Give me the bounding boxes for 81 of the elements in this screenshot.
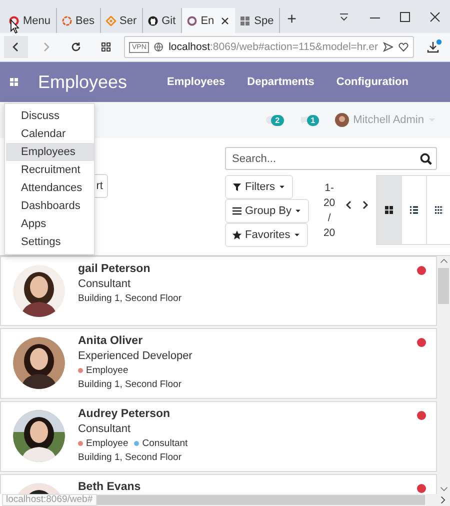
work-location: Building 1, Second Floor xyxy=(78,293,183,304)
new-tab-button[interactable]: + xyxy=(280,9,304,31)
job-title: Consultant xyxy=(78,423,132,435)
employee-tag: Employee xyxy=(78,365,128,376)
diamond-icon xyxy=(106,16,116,26)
close-icon[interactable] xyxy=(220,16,230,26)
ring-icon xyxy=(9,16,19,26)
employee-card[interactable]: Audrey Peterson Consultant Employee Consultant Building 1, Second Floor xyxy=(0,401,437,472)
nav-menu-item[interactable]: Configuration xyxy=(336,76,408,88)
employee-card[interactable]: Beth Evans xyxy=(0,474,437,494)
employee-name: gail Peterson xyxy=(78,263,152,275)
filter-dropdown[interactable]: Filters xyxy=(225,175,293,199)
download-icon[interactable] xyxy=(426,39,442,55)
send-icon[interactable] xyxy=(382,42,394,52)
reload-icon xyxy=(71,42,81,52)
globe-icon xyxy=(154,42,164,52)
presence-dot xyxy=(417,266,426,275)
close-icon[interactable] xyxy=(430,12,440,22)
tab-title: Ser xyxy=(120,14,137,26)
employee-name: Anita Oliver xyxy=(78,335,144,347)
grid-icon xyxy=(101,42,111,52)
app-menu-item[interactable]: Dashboards xyxy=(6,197,94,215)
nav-menu-item[interactable]: Employees xyxy=(167,76,226,88)
back-icon xyxy=(11,42,21,52)
menu-icon xyxy=(232,206,242,216)
presence-dot xyxy=(417,484,426,493)
job-title: Experienced Developer xyxy=(78,350,194,362)
employee-card[interactable]: Anita Oliver Experienced Developer Employee Building 1, Second Floor xyxy=(0,328,437,399)
tab-title: Menu xyxy=(23,14,51,26)
presence-dot xyxy=(417,338,426,347)
view-button[interactable] xyxy=(377,176,402,244)
nav-menu-item[interactable]: Departments xyxy=(247,76,314,88)
app-menu-item[interactable]: Recruitment xyxy=(6,161,94,179)
job-title: Consultant xyxy=(78,278,132,290)
heart-icon[interactable] xyxy=(398,42,409,52)
chevron-right-icon xyxy=(360,200,370,210)
employee-name: Audrey Peterson xyxy=(78,408,172,420)
app-menu-item[interactable]: Apps xyxy=(6,215,94,233)
employee-card[interactable]: gail Peterson Consultant Building 1, Second Floor xyxy=(0,256,437,326)
app-menu-item[interactable]: Settings xyxy=(6,233,94,251)
tab-title: Bes xyxy=(76,14,94,26)
filter-dropdown[interactable]: Favorites xyxy=(225,223,308,247)
user-avatar[interactable] xyxy=(335,113,350,127)
kanban-icon xyxy=(384,205,394,215)
star-icon xyxy=(232,230,242,240)
employee-tag: Consultant xyxy=(134,438,188,449)
url-text: localhost:8069/web#action=115&model=hr.er xyxy=(168,41,378,53)
employee-name: Beth Evans xyxy=(78,481,142,493)
app-menu-item[interactable]: Calendar xyxy=(6,125,94,143)
activity-count: 2 xyxy=(271,114,284,126)
back-button[interactable] xyxy=(4,36,28,58)
maximize-icon[interactable] xyxy=(400,12,410,22)
vertical-scrollbar[interactable] xyxy=(437,256,450,494)
grid-icon xyxy=(434,205,444,215)
work-location: Building 1, Second Floor xyxy=(78,379,183,390)
presence-dot xyxy=(417,411,426,420)
apps-icon[interactable] xyxy=(9,77,19,87)
tab-title: Spe xyxy=(254,14,274,26)
browser-tab[interactable]: En xyxy=(182,8,236,33)
filter-dropdown[interactable]: Group By xyxy=(225,199,310,223)
scroll-thumb[interactable] xyxy=(96,495,425,505)
app-menu-item[interactable]: Employees xyxy=(6,143,94,161)
grid-icon xyxy=(240,16,250,26)
list-icon xyxy=(409,205,420,215)
right-icon xyxy=(439,495,447,505)
tab-title: En xyxy=(200,14,214,26)
employee-tag: Employee xyxy=(78,438,128,449)
app-title: Employees xyxy=(38,72,128,92)
ring-icon xyxy=(186,16,197,26)
forward-icon xyxy=(41,42,51,52)
search-field[interactable]: Search... xyxy=(225,147,437,170)
horizontal-scrollbar[interactable] xyxy=(96,494,450,506)
search-icon xyxy=(420,152,432,164)
app-menu-item[interactable]: Attendances xyxy=(6,179,94,197)
scroll-thumb[interactable] xyxy=(438,268,449,304)
app-menu-item[interactable]: Discuss xyxy=(6,107,94,125)
status-url: localhost:8069/web# xyxy=(2,494,97,506)
tab-title: Git xyxy=(162,14,176,26)
message-count: 1 xyxy=(306,114,320,126)
pager-value: 1-20 / 20 xyxy=(323,181,336,241)
work-location: Building 1, Second Floor xyxy=(78,452,183,463)
